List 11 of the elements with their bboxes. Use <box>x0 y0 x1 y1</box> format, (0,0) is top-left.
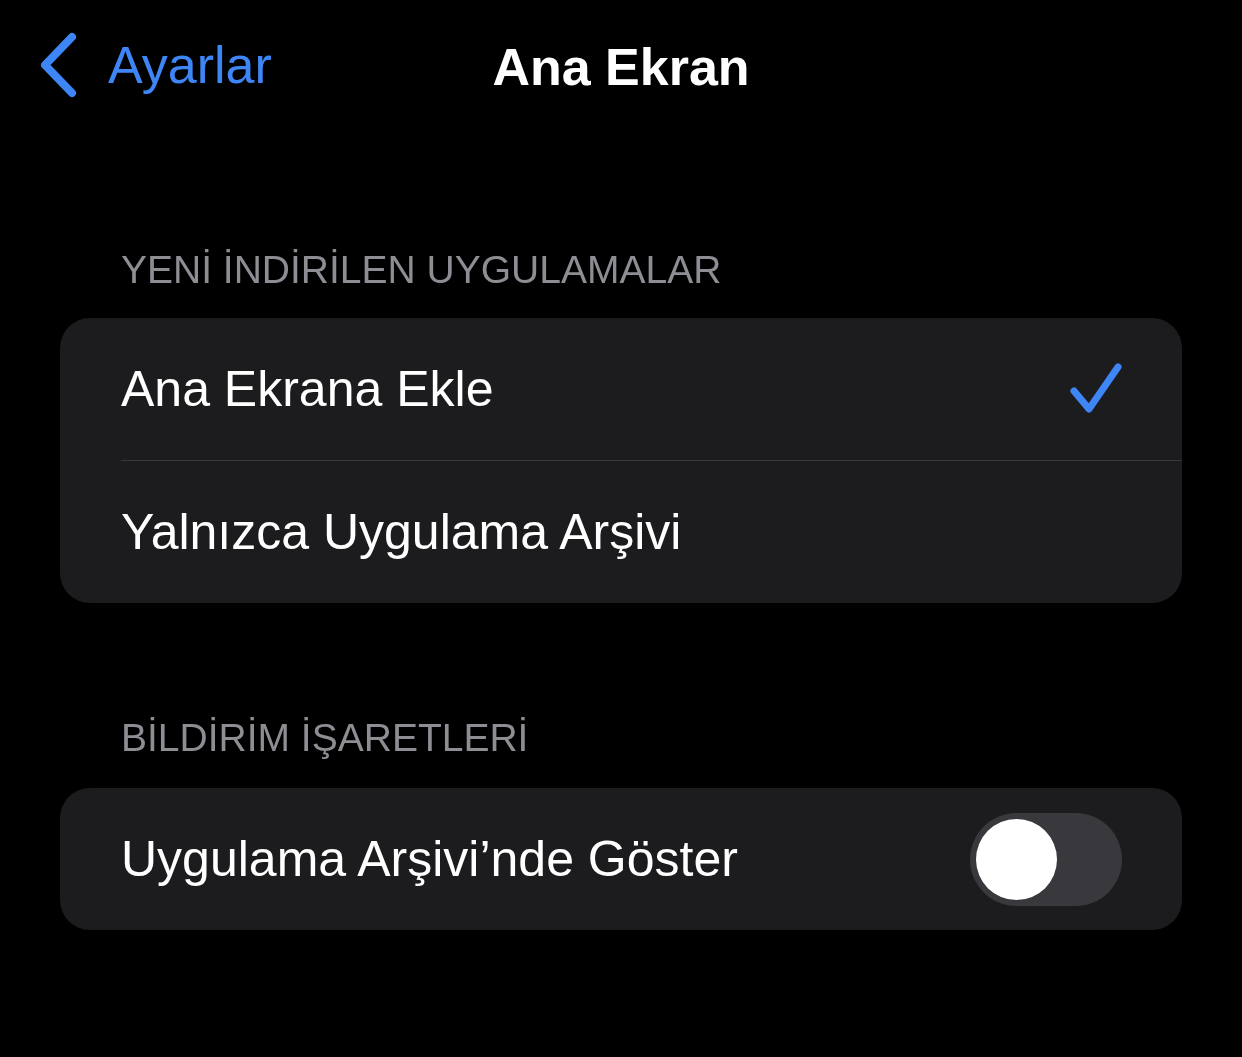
option-row[interactable]: Yalnızca Uygulama Arşivi <box>60 461 1182 603</box>
back-button[interactable]: Ayarlar <box>38 32 272 98</box>
toggle-row[interactable]: Uygulama Arşivi’nde Göster <box>60 788 1182 930</box>
row-label: Yalnızca Uygulama Arşivi <box>121 503 682 561</box>
chevron-left-icon <box>38 32 78 98</box>
section-header: YENİ İNDİRİLEN UYGULAMALAR <box>120 247 723 293</box>
section-header: BİLDİRİM İŞARETLERİ <box>120 715 530 761</box>
page-title: Ana Ekran <box>492 37 750 97</box>
option-row[interactable]: Ana Ekrana Ekle <box>60 318 1182 460</box>
row-label: Uygulama Arşivi’nde Göster <box>121 830 738 888</box>
row-label: Ana Ekrana Ekle <box>121 360 494 418</box>
